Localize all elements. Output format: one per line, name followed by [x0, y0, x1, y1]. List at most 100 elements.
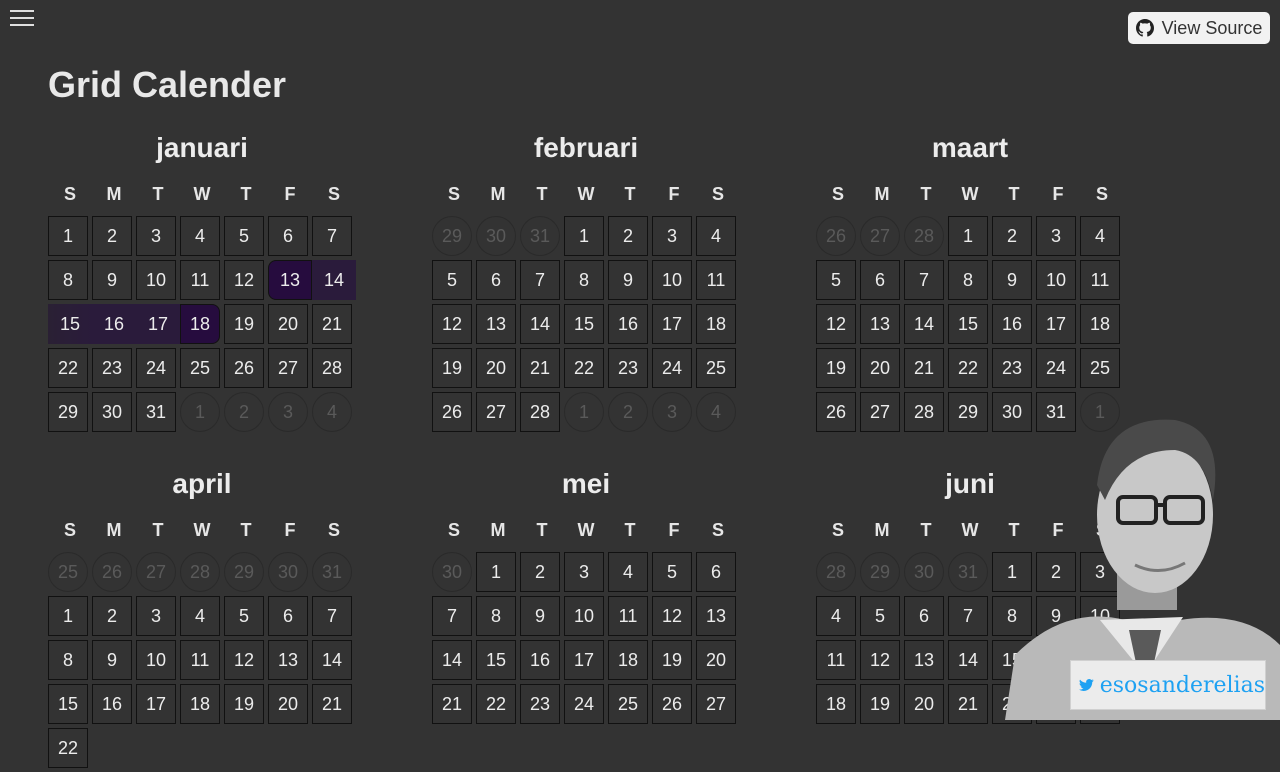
day-cell[interactable]: 4 — [180, 216, 220, 256]
day-cell[interactable]: 9 — [92, 260, 132, 300]
day-cell-outside-month[interactable]: 30 — [268, 552, 308, 592]
day-cell[interactable]: 7 — [948, 596, 988, 636]
day-cell[interactable]: 23 — [608, 348, 648, 388]
day-cell[interactable]: 27 — [268, 348, 308, 388]
day-cell-outside-month[interactable]: 31 — [312, 552, 352, 592]
day-cell[interactable]: 16 — [992, 304, 1032, 344]
day-cell[interactable]: 6 — [904, 596, 944, 636]
day-cell-outside-month[interactable]: 30 — [476, 216, 516, 256]
day-cell[interactable]: 14 — [432, 640, 472, 680]
day-cell[interactable]: 3 — [564, 552, 604, 592]
day-cell[interactable]: 15 — [476, 640, 516, 680]
day-cell[interactable]: 25 — [696, 348, 736, 388]
day-cell-outside-month[interactable]: 29 — [224, 552, 264, 592]
day-cell-outside-month[interactable]: 30 — [904, 552, 944, 592]
day-cell[interactable]: 28 — [520, 392, 560, 432]
day-cell[interactable]: 8 — [564, 260, 604, 300]
day-cell[interactable]: 5 — [816, 260, 856, 300]
day-cell[interactable]: 31 — [136, 392, 176, 432]
day-cell[interactable]: 22 — [48, 348, 88, 388]
day-cell[interactable]: 17 — [652, 304, 692, 344]
day-cell[interactable]: 11 — [180, 640, 220, 680]
day-cell-outside-month[interactable]: 26 — [92, 552, 132, 592]
day-cell-outside-month[interactable]: 4 — [312, 392, 352, 432]
hamburger-menu-icon[interactable] — [10, 10, 34, 28]
day-cell[interactable]: 12 — [432, 304, 472, 344]
day-cell[interactable]: 5 — [224, 216, 264, 256]
day-cell[interactable]: 18 — [1080, 304, 1120, 344]
day-cell-outside-month[interactable]: 28 — [180, 552, 220, 592]
day-cell[interactable]: 2 — [520, 552, 560, 592]
day-cell[interactable]: 23 — [992, 348, 1032, 388]
day-cell[interactable]: 6 — [268, 216, 308, 256]
day-cell[interactable]: 9 — [92, 640, 132, 680]
day-cell[interactable]: 24 — [1036, 348, 1076, 388]
day-cell-selected[interactable]: 14 — [312, 260, 356, 300]
day-cell[interactable]: 1 — [948, 216, 988, 256]
day-cell[interactable]: 4 — [1080, 216, 1120, 256]
day-cell-outside-month[interactable]: 3 — [652, 392, 692, 432]
day-cell-selected[interactable]: 16 — [92, 304, 136, 344]
day-cell[interactable]: 25 — [608, 684, 648, 724]
day-cell[interactable]: 27 — [696, 684, 736, 724]
day-cell[interactable]: 18 — [696, 304, 736, 344]
day-cell[interactable]: 20 — [904, 684, 944, 724]
day-cell[interactable]: 22 — [48, 728, 88, 768]
day-cell[interactable]: 7 — [520, 260, 560, 300]
day-cell[interactable]: 21 — [520, 348, 560, 388]
day-cell[interactable]: 19 — [816, 348, 856, 388]
day-cell[interactable]: 1 — [48, 216, 88, 256]
day-cell[interactable]: 17 — [1036, 304, 1076, 344]
day-cell[interactable]: 13 — [476, 304, 516, 344]
day-cell[interactable]: 24 — [136, 348, 176, 388]
day-cell[interactable]: 16 — [520, 640, 560, 680]
day-cell-outside-month[interactable]: 31 — [520, 216, 560, 256]
day-cell[interactable]: 11 — [816, 640, 856, 680]
day-cell[interactable]: 12 — [816, 304, 856, 344]
day-cell[interactable]: 2 — [992, 216, 1032, 256]
day-cell[interactable]: 4 — [816, 596, 856, 636]
day-cell[interactable]: 14 — [948, 640, 988, 680]
day-cell[interactable]: 9 — [992, 260, 1032, 300]
day-cell[interactable]: 13 — [268, 640, 308, 680]
day-cell[interactable]: 11 — [608, 596, 648, 636]
day-cell[interactable]: 27 — [476, 392, 516, 432]
day-cell[interactable]: 14 — [312, 640, 352, 680]
day-cell-outside-month[interactable]: 25 — [48, 552, 88, 592]
day-cell[interactable]: 10 — [136, 640, 176, 680]
day-cell[interactable]: 23 — [520, 684, 560, 724]
day-cell[interactable]: 28 — [312, 348, 352, 388]
day-cell[interactable]: 6 — [860, 260, 900, 300]
day-cell-outside-month[interactable]: 27 — [136, 552, 176, 592]
day-cell[interactable]: 20 — [268, 684, 308, 724]
day-cell-outside-month[interactable]: 1 — [180, 392, 220, 432]
day-cell[interactable]: 5 — [224, 596, 264, 636]
day-cell[interactable]: 28 — [904, 392, 944, 432]
day-cell-outside-month[interactable]: 28 — [904, 216, 944, 256]
twitter-link[interactable]: esosanderelias — [1070, 660, 1266, 710]
day-cell-selected[interactable]: 15 — [48, 304, 92, 344]
day-cell[interactable]: 21 — [432, 684, 472, 724]
day-cell-selected[interactable]: 13 — [268, 260, 312, 300]
day-cell-selected[interactable]: 17 — [136, 304, 180, 344]
day-cell[interactable]: 20 — [476, 348, 516, 388]
day-cell[interactable]: 29 — [948, 392, 988, 432]
day-cell[interactable]: 26 — [652, 684, 692, 724]
day-cell[interactable]: 21 — [904, 348, 944, 388]
day-cell[interactable]: 4 — [180, 596, 220, 636]
day-cell[interactable]: 6 — [696, 552, 736, 592]
day-cell[interactable]: 19 — [224, 684, 264, 724]
day-cell[interactable]: 10 — [652, 260, 692, 300]
day-cell[interactable]: 25 — [180, 348, 220, 388]
day-cell[interactable]: 18 — [816, 684, 856, 724]
day-cell-outside-month[interactable]: 2 — [224, 392, 264, 432]
day-cell-outside-month[interactable]: 29 — [432, 216, 472, 256]
day-cell[interactable]: 22 — [948, 348, 988, 388]
day-cell[interactable]: 3 — [136, 596, 176, 636]
day-cell[interactable]: 19 — [652, 640, 692, 680]
day-cell-outside-month[interactable]: 27 — [860, 216, 900, 256]
day-cell[interactable]: 19 — [860, 684, 900, 724]
day-cell-outside-month[interactable]: 1 — [564, 392, 604, 432]
day-cell[interactable]: 14 — [520, 304, 560, 344]
day-cell[interactable]: 11 — [180, 260, 220, 300]
